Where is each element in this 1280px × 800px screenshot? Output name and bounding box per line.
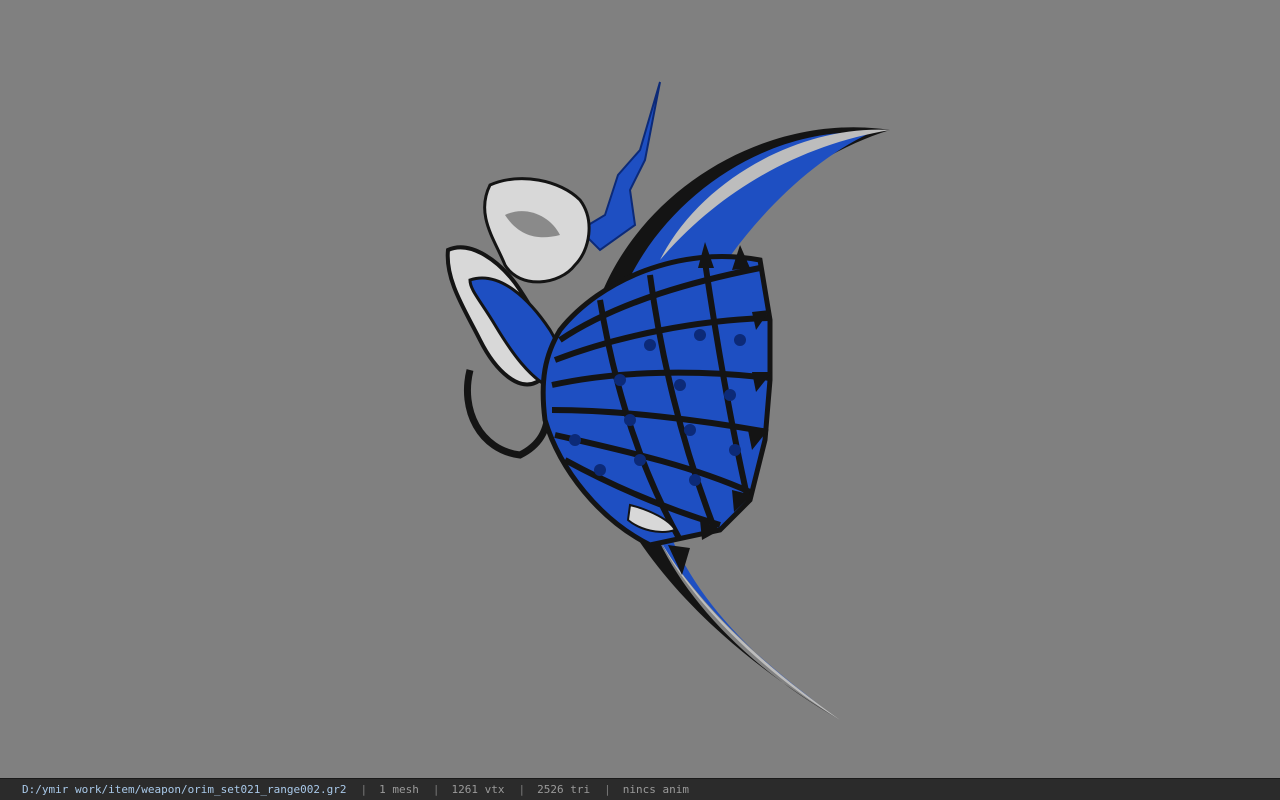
vertex-count-label: 1261 vtx <box>451 783 505 796</box>
3d-viewport[interactable] <box>0 0 1280 778</box>
status-separator: | <box>518 783 526 796</box>
file-path-label: D:/ymir work/item/weapon/orim_set021_ran… <box>22 783 347 796</box>
status-separator: | <box>432 783 440 796</box>
triangle-count-label: 2526 tri <box>537 783 591 796</box>
status-bar: D:/ymir work/item/weapon/orim_set021_ran… <box>0 778 1280 800</box>
weapon-model-render <box>445 81 890 720</box>
mesh-count-label: 1 mesh <box>379 783 419 796</box>
status-separator: | <box>604 783 611 796</box>
status-separator: | <box>360 783 368 796</box>
animation-status-label: nincs anim <box>622 783 689 796</box>
crescent-blade-edge-lower <box>660 540 840 720</box>
